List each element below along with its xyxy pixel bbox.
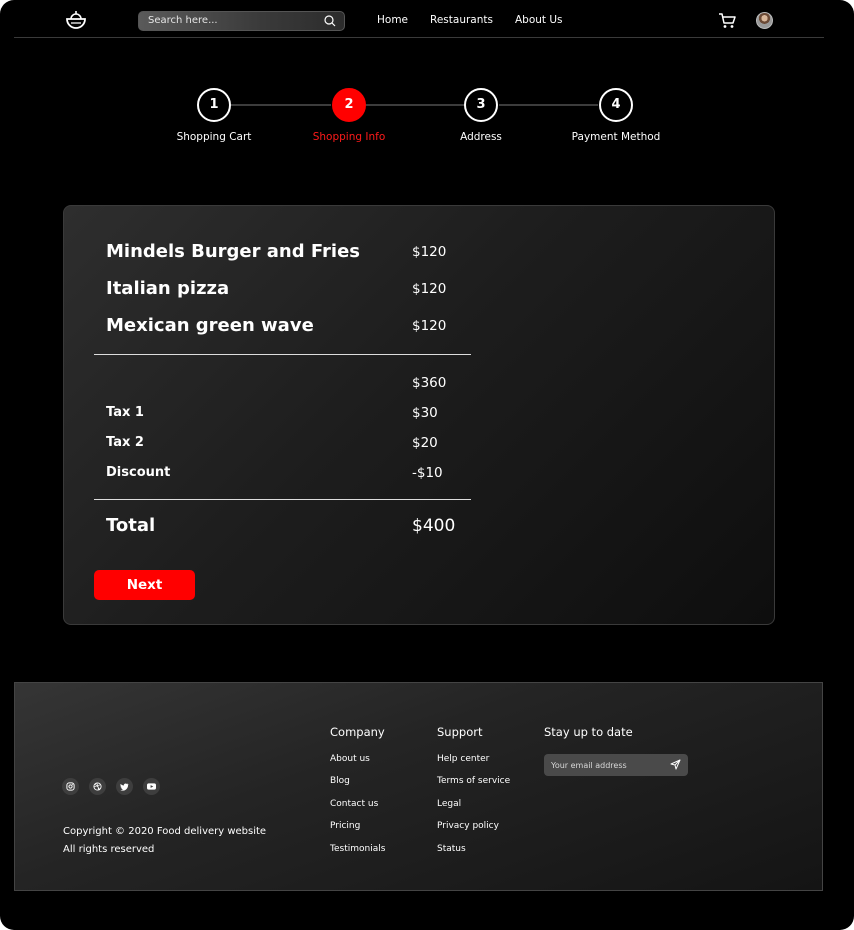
order-item-name: Mexican green wave bbox=[106, 315, 314, 336]
footer-column-support: Support Help center Terms of service Leg… bbox=[437, 725, 510, 866]
footer-link-testimonials[interactable]: Testimonials bbox=[330, 844, 385, 854]
step-number: 3 bbox=[464, 88, 498, 122]
footer-link-blog[interactable]: Blog bbox=[330, 776, 385, 786]
newsletter-form bbox=[544, 754, 688, 776]
order-item-name: Mindels Burger and Fries bbox=[106, 241, 361, 262]
order-summary-card: Mindels Burger and Fries $120 Italian pi… bbox=[63, 205, 775, 625]
footer-column-company: Company About us Blog Contact us Pricing… bbox=[330, 725, 385, 866]
step-number: 4 bbox=[599, 88, 633, 122]
step-payment-method[interactable]: 4 Payment Method bbox=[556, 88, 676, 143]
copyright-text: Copyright © 2020 Food delivery website A… bbox=[63, 823, 266, 859]
footer-link-contact-us[interactable]: Contact us bbox=[330, 799, 385, 809]
step-label: Shopping Info bbox=[312, 131, 386, 143]
discount-label: Discount bbox=[106, 465, 171, 480]
tax2-label: Tax 2 bbox=[106, 435, 144, 450]
subtotal-value: $360 bbox=[412, 375, 447, 391]
footer-column-newsletter: Stay up to date bbox=[544, 725, 633, 754]
step-label: Payment Method bbox=[571, 131, 661, 143]
nav-link-restaurants[interactable]: Restaurants bbox=[430, 14, 493, 26]
step-number: 2 bbox=[332, 88, 366, 122]
divider bbox=[94, 354, 471, 355]
search-placeholder[interactable]: Search here... bbox=[148, 15, 218, 26]
step-address[interactable]: 3 Address bbox=[421, 88, 541, 143]
site-footer: Copyright © 2020 Food delivery website A… bbox=[14, 682, 823, 891]
total-label: Total bbox=[106, 515, 156, 536]
footer-link-pricing[interactable]: Pricing bbox=[330, 821, 385, 831]
footer-link-privacy[interactable]: Privacy policy bbox=[437, 821, 510, 831]
social-links bbox=[62, 778, 160, 795]
divider bbox=[94, 499, 471, 500]
order-item-price: $120 bbox=[412, 318, 447, 334]
footer-link-legal[interactable]: Legal bbox=[437, 799, 510, 809]
rights-line: All rights reserved bbox=[63, 844, 155, 855]
food-bowl-logo-icon[interactable] bbox=[65, 10, 87, 30]
top-navbar: Search here... Home Restaurants About Us bbox=[14, 0, 824, 38]
tax2-value: $20 bbox=[412, 435, 438, 451]
footer-column-title: Support bbox=[437, 725, 483, 739]
instagram-icon[interactable] bbox=[62, 778, 79, 795]
total-value: $400 bbox=[412, 516, 456, 536]
discount-value: -$10 bbox=[412, 465, 443, 481]
footer-link-help-center[interactable]: Help center bbox=[437, 754, 510, 764]
footer-link-status[interactable]: Status bbox=[437, 844, 510, 854]
main-nav: Home Restaurants About Us bbox=[377, 14, 585, 26]
nav-link-about-us[interactable]: About Us bbox=[515, 14, 563, 26]
tax1-label: Tax 1 bbox=[106, 405, 144, 420]
order-item-price: $120 bbox=[412, 244, 447, 260]
step-label: Shopping Cart bbox=[176, 131, 252, 143]
step-shopping-info[interactable]: 2 Shopping Info bbox=[289, 88, 409, 143]
search-bar[interactable]: Search here... bbox=[138, 11, 345, 31]
tax1-value: $30 bbox=[412, 405, 438, 421]
next-button[interactable]: Next bbox=[94, 570, 195, 600]
step-number: 1 bbox=[197, 88, 231, 122]
app-window: Search here... Home Restaurants About Us… bbox=[0, 0, 854, 930]
order-item-name: Italian pizza bbox=[106, 278, 230, 299]
nav-link-home[interactable]: Home bbox=[377, 14, 408, 26]
footer-link-about-us[interactable]: About us bbox=[330, 754, 385, 764]
email-input[interactable] bbox=[544, 754, 664, 776]
copyright-line: Copyright © 2020 Food delivery website bbox=[63, 826, 267, 837]
youtube-icon[interactable] bbox=[143, 778, 160, 795]
search-icon[interactable] bbox=[324, 15, 336, 27]
shopping-cart-icon[interactable] bbox=[718, 12, 736, 29]
step-shopping-cart[interactable]: 1 Shopping Cart bbox=[154, 88, 274, 143]
twitter-icon[interactable] bbox=[116, 778, 133, 795]
footer-link-terms[interactable]: Terms of service bbox=[437, 776, 510, 786]
send-icon[interactable] bbox=[670, 759, 681, 770]
user-avatar[interactable] bbox=[756, 12, 773, 29]
checkout-stepper: 1 Shopping Cart 2 Shopping Info 3 Addres… bbox=[0, 88, 854, 148]
footer-column-title: Stay up to date bbox=[544, 725, 633, 739]
dribbble-icon[interactable] bbox=[89, 778, 106, 795]
order-item-price: $120 bbox=[412, 281, 447, 297]
footer-column-title: Company bbox=[330, 725, 385, 739]
step-label: Address bbox=[460, 131, 502, 143]
